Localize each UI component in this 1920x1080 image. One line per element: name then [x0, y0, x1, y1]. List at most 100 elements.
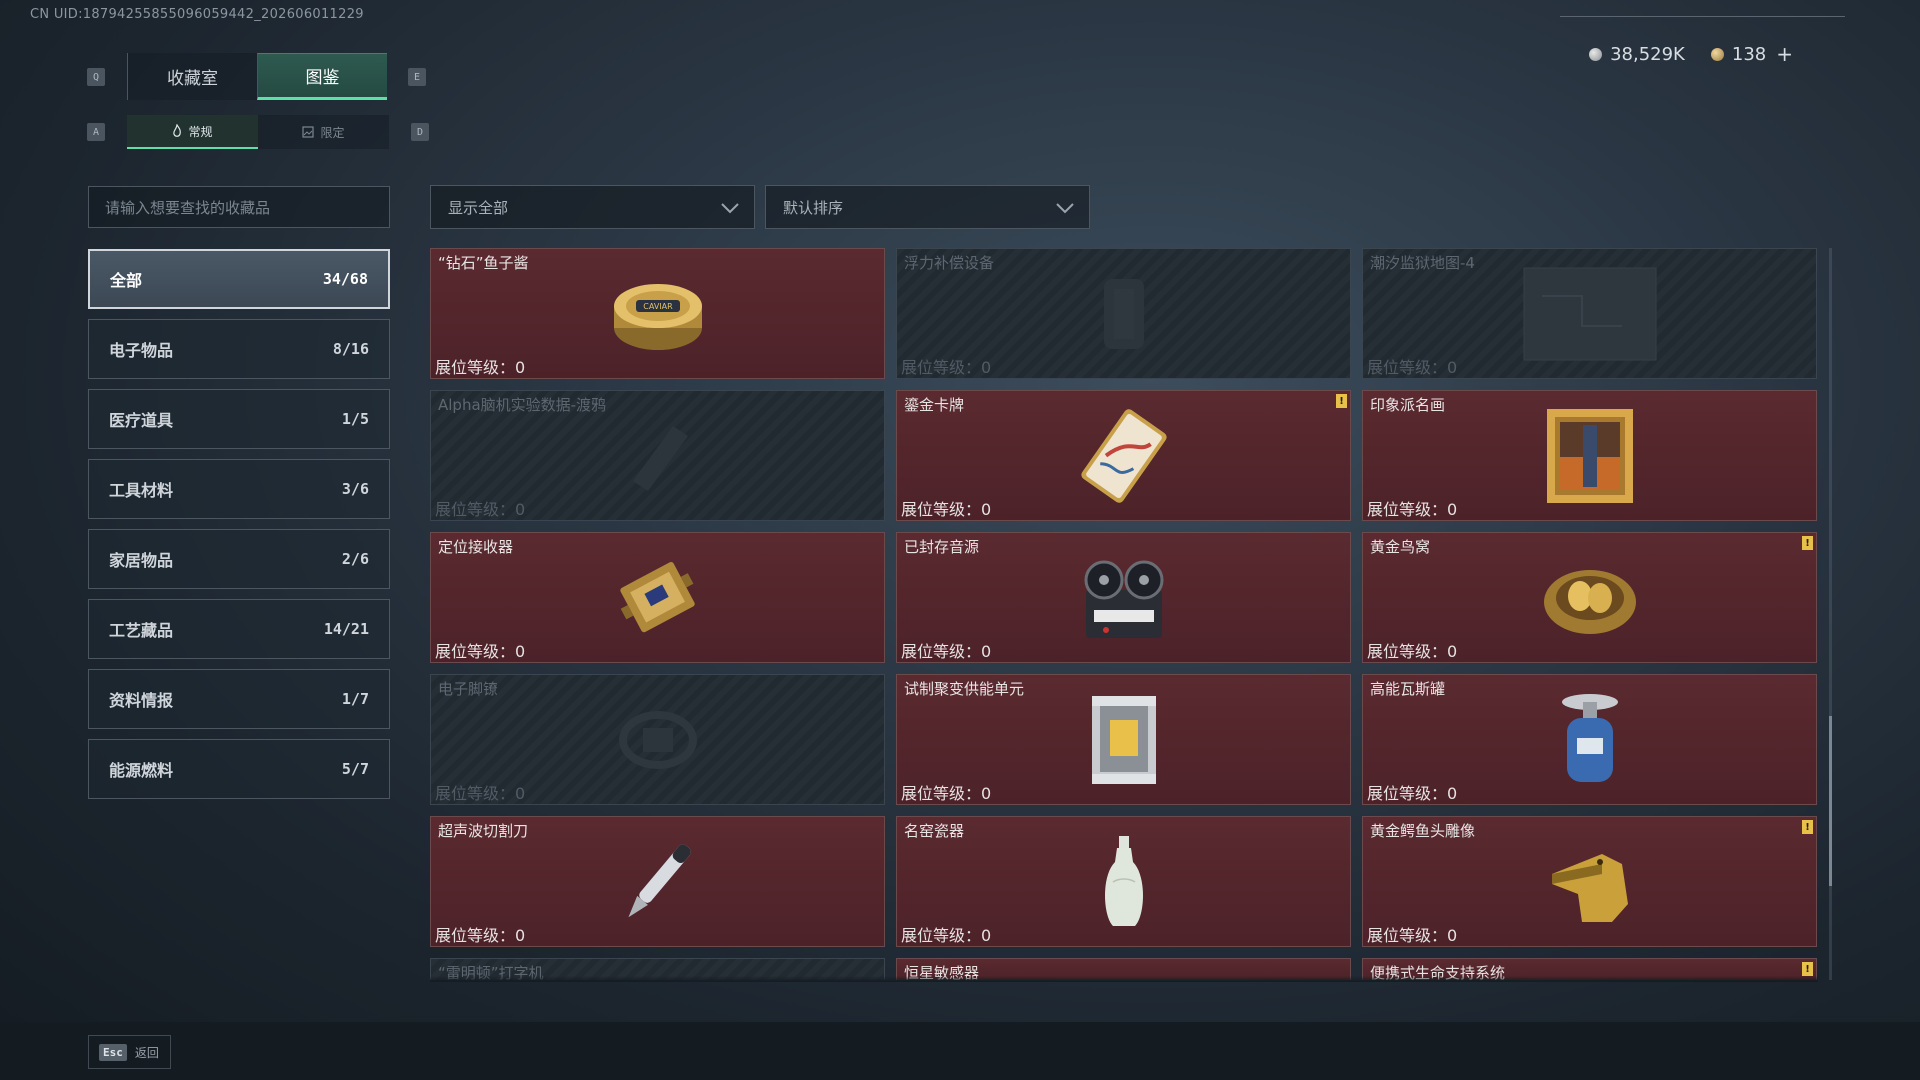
category-count: 1/5 [341, 410, 369, 428]
level-value: 0 [1447, 500, 1458, 519]
level-value: 0 [515, 926, 526, 945]
category-energy[interactable]: 能源燃料 5/7 [88, 739, 390, 799]
add-currency-button[interactable]: + [1776, 42, 1793, 66]
gilded-card-icon [1080, 408, 1167, 503]
category-label: 医疗道具 [109, 411, 174, 430]
subtab-regular[interactable]: 常规 [127, 115, 258, 149]
key-a-hint: A [87, 123, 105, 141]
collectible-card[interactable]: 定位接收器 展位等级：0 [430, 532, 885, 663]
level-label: 展位等级： [1367, 358, 1448, 377]
grid-scrollbar-thumb[interactable] [1829, 716, 1832, 886]
level-label: 展位等级： [1367, 642, 1448, 661]
item-name: 超声波切割刀 [438, 822, 529, 840]
collectible-card-locked[interactable]: 潮汐监狱地图-4 展位等级：0 [1362, 248, 1817, 379]
category-home[interactable]: 家居物品 2/6 [88, 529, 390, 589]
exhibit-level: 展位等级：0 [1367, 922, 1457, 946]
subtab-limited[interactable]: 限定 [258, 115, 389, 149]
collectible-card[interactable]: 黄金鸟窝 ! 展位等级：0 [1362, 532, 1817, 663]
category-count: 8/16 [332, 340, 369, 358]
category-electronics[interactable]: 电子物品 8/16 [88, 319, 390, 379]
level-value: 0 [981, 500, 992, 519]
back-button[interactable]: Esc 返回 [88, 1035, 171, 1069]
level-label: 展位等级： [435, 926, 516, 945]
tape-recorder-icon [1084, 560, 1163, 638]
back-label: 返回 [134, 1045, 159, 1060]
map-icon [1523, 267, 1656, 360]
category-count: 2/6 [341, 550, 369, 568]
new-badge: ! [1802, 536, 1813, 550]
collectible-card-locked[interactable]: Alpha脑机实验数据-渡鸦 展位等级：0 [430, 390, 885, 521]
collectible-card[interactable]: 鎏金卡牌 ! 展位等级：0 [896, 390, 1351, 521]
filter-dropdown[interactable]: 显示全部 [430, 185, 755, 229]
category-intel[interactable]: 资料情报 1/7 [88, 669, 390, 729]
item-name: 定位接收器 [438, 538, 514, 556]
collectible-card[interactable]: 试制聚变供能单元 展位等级：0 [896, 674, 1351, 805]
exhibit-level: 展位等级：0 [435, 496, 525, 520]
bottom-bar [0, 1022, 1920, 1080]
collectible-card[interactable]: 名窑瓷器 展位等级：0 [896, 816, 1351, 947]
exhibit-level: 展位等级：0 [901, 780, 991, 804]
category-all[interactable]: 全部 34/68 [88, 249, 390, 309]
exhibit-level: 展位等级：0 [435, 354, 525, 378]
level-label: 展位等级： [901, 358, 982, 377]
key-e-hint: E [408, 68, 426, 86]
collectible-card[interactable]: 超声波切割刀 展位等级：0 [430, 816, 885, 947]
level-label: 展位等级： [435, 784, 516, 803]
currency-bar: 38,529K 138 + [1589, 42, 1793, 66]
main-tabs: 收藏室 图鉴 [127, 53, 387, 100]
exhibit-level: 展位等级：0 [435, 922, 525, 946]
category-crafts[interactable]: 工艺藏品 14/21 [88, 599, 390, 659]
collectible-card[interactable]: 已封存音源 展位等级：0 [896, 532, 1351, 663]
gas-canister-icon [1561, 693, 1618, 782]
item-name: 潮汐监狱地图-4 [1370, 254, 1475, 272]
sort-selected: 默认排序 [783, 198, 844, 217]
collectible-card[interactable]: 高能瓦斯罐 展位等级：0 [1362, 674, 1817, 805]
level-value: 0 [981, 642, 992, 661]
item-name: 黄金鸟窝 [1370, 538, 1431, 556]
category-tools[interactable]: 工具材料 3/6 [88, 459, 390, 519]
filter-selected: 显示全部 [448, 198, 509, 217]
sort-dropdown[interactable]: 默认排序 [765, 185, 1090, 229]
category-label: 能源燃料 [109, 761, 174, 780]
collectible-card-locked[interactable]: 浮力补偿设备 展位等级：0 [896, 248, 1351, 379]
category-count: 3/6 [341, 480, 369, 498]
category-label: 全部 [110, 271, 143, 290]
exhibit-level: 展位等级：0 [435, 638, 525, 662]
level-label: 展位等级： [435, 358, 516, 377]
gold-amount: 138 [1731, 43, 1767, 65]
buoyancy-device-icon [1103, 278, 1144, 349]
category-label: 工具材料 [109, 481, 174, 500]
item-name: 高能瓦斯罐 [1370, 680, 1446, 698]
collectible-card[interactable]: 黄金鳄鱼头雕像 ! 展位等级：0 [1362, 816, 1817, 947]
collectible-card-locked[interactable]: 电子脚镣 展位等级：0 [430, 674, 885, 805]
level-value: 0 [981, 358, 992, 377]
porcelain-vase-icon [1104, 835, 1143, 926]
level-label: 展位等级： [901, 784, 982, 803]
data-drive-icon [632, 425, 688, 491]
tab-collection-room[interactable]: 收藏室 [127, 53, 257, 100]
level-value: 0 [515, 358, 526, 377]
silver-coin-icon [1589, 47, 1603, 61]
top-divider [1560, 16, 1845, 17]
search-input[interactable]: 请输入想要查找的收藏品 [88, 186, 390, 228]
level-label: 展位等级： [1367, 926, 1448, 945]
collection-grid: “钻石”鱼子酱 CAVIAR 展位等级：0 浮力补偿设备 展位等级：0 潮汐监狱… [430, 248, 1818, 980]
category-count: 34/68 [322, 270, 368, 288]
exhibit-level: 展位等级：0 [1367, 638, 1457, 662]
level-value: 0 [1447, 926, 1458, 945]
level-label: 展位等级： [901, 926, 982, 945]
tab-codex[interactable]: 图鉴 [257, 53, 387, 100]
exhibit-level: 展位等级：0 [1367, 780, 1457, 804]
category-medical[interactable]: 医疗道具 1/5 [88, 389, 390, 449]
grid-fade [430, 976, 1818, 982]
collectible-card[interactable]: “钻石”鱼子酱 CAVIAR 展位等级：0 [430, 248, 885, 379]
new-badge: ! [1336, 394, 1347, 408]
category-label: 资料情报 [109, 691, 174, 710]
silver-currency: 38,529K [1589, 44, 1685, 65]
subtab-limited-label: 限定 [320, 125, 345, 140]
collectible-card[interactable]: 印象派名画 展位等级：0 [1362, 390, 1817, 521]
gold-coin-icon [1710, 47, 1724, 61]
image-frame-icon [302, 126, 315, 138]
category-count: 1/7 [341, 690, 369, 708]
exhibit-level: 展位等级：0 [435, 780, 525, 804]
